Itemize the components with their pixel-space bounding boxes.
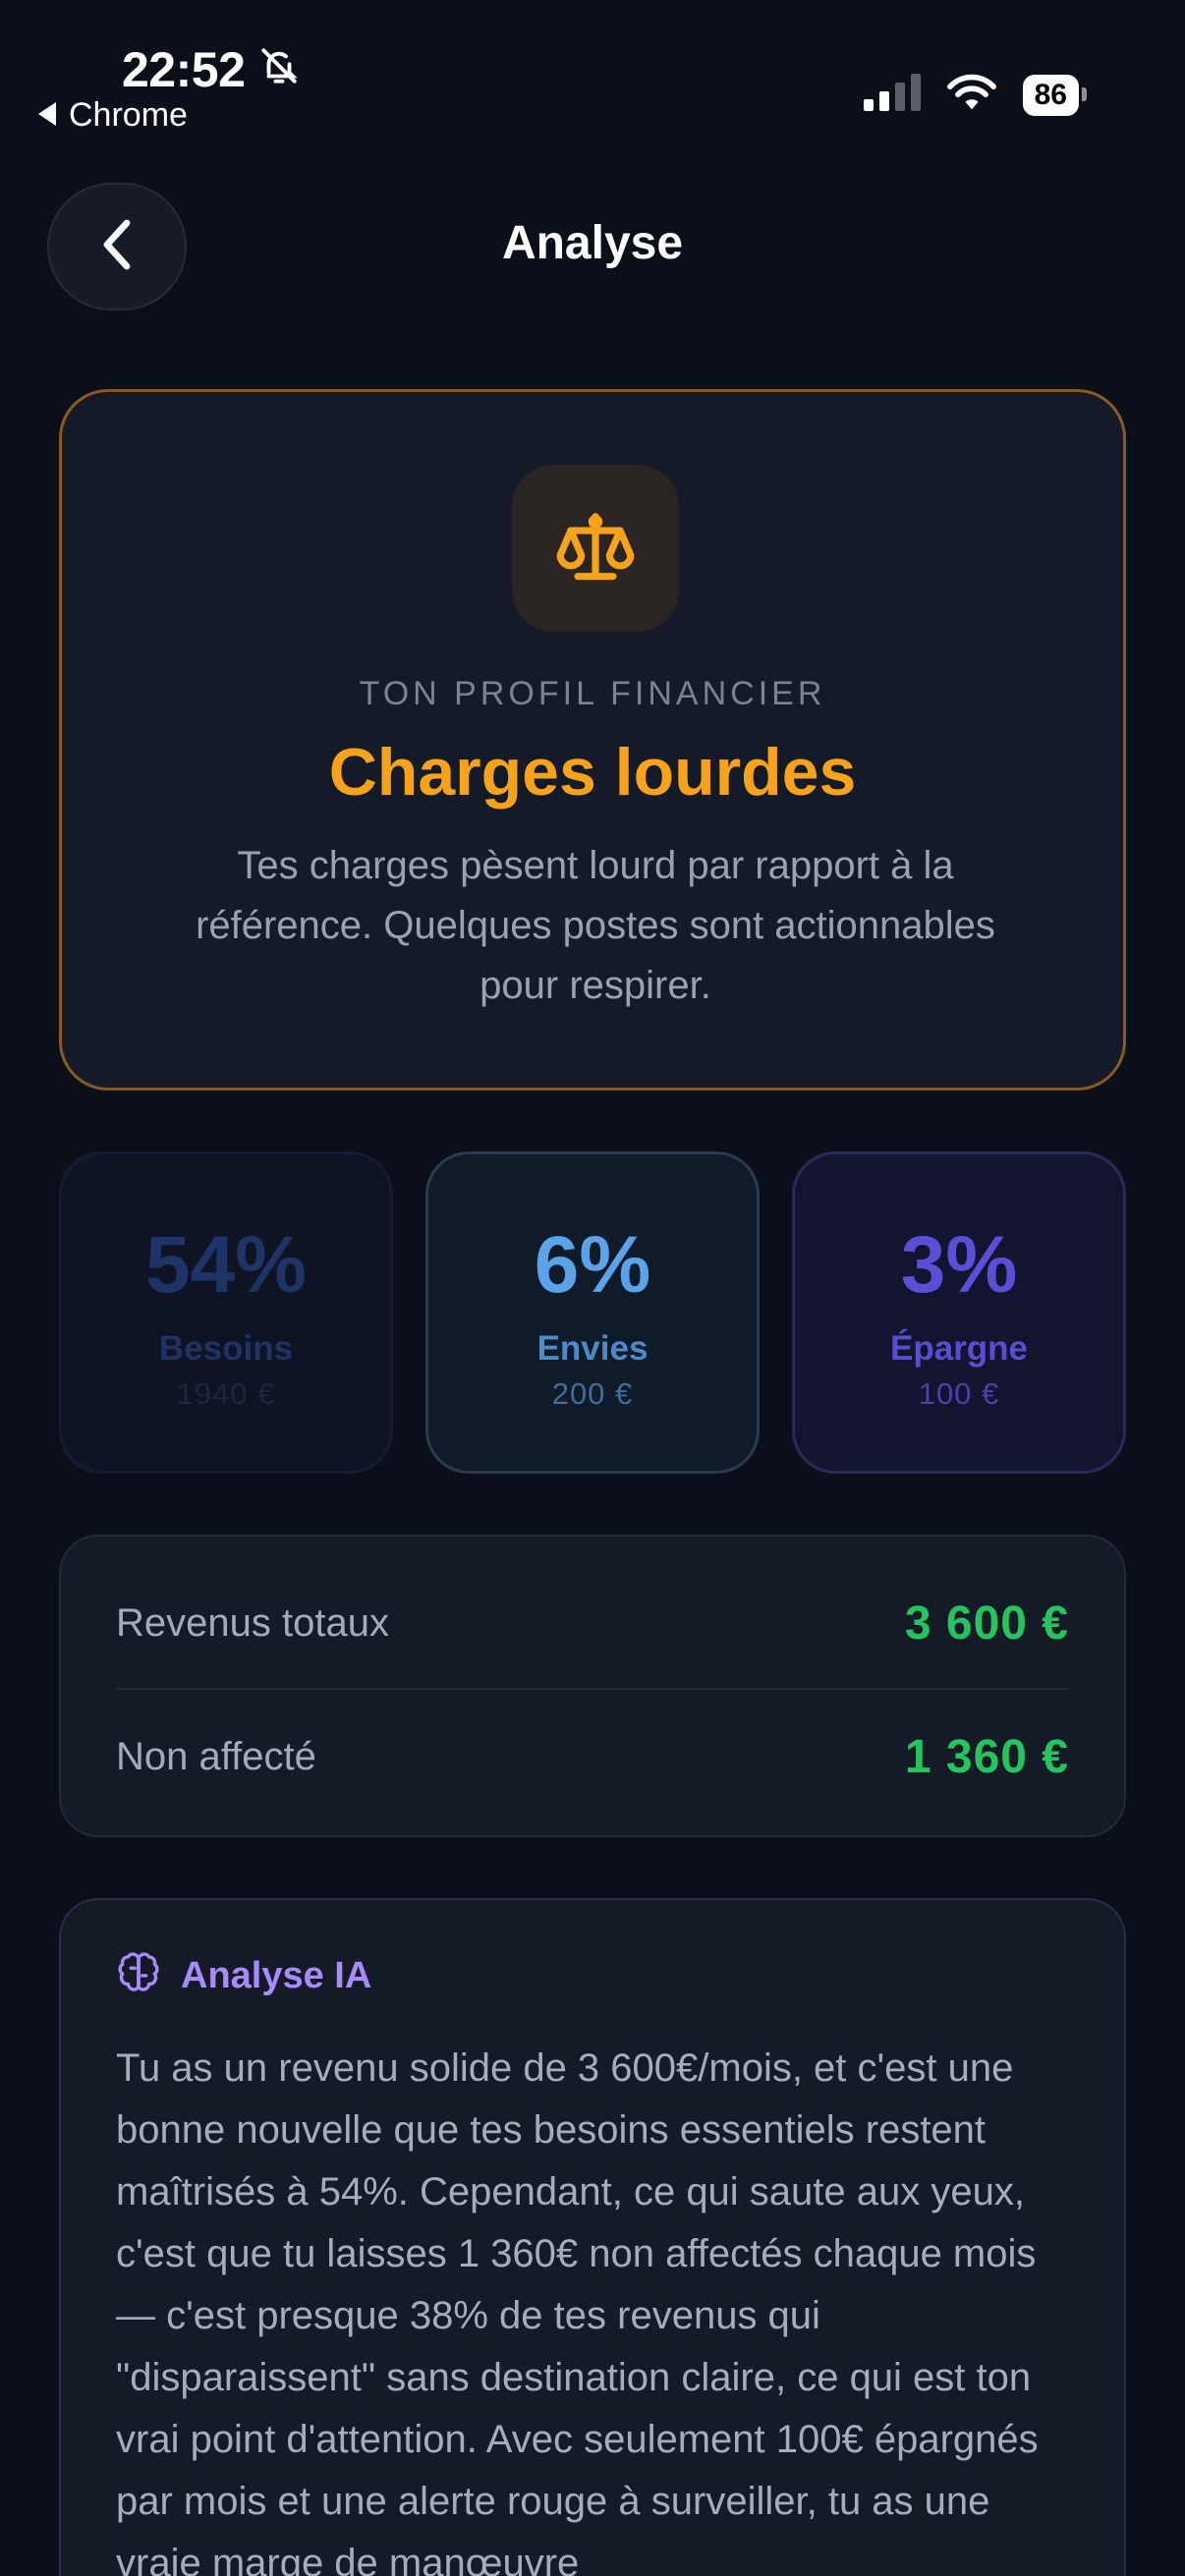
stat-card-besoins[interactable]: 54% Besoins 1940 € <box>59 1151 393 1474</box>
profile-card: TON PROFIL FINANCIER Charges lourdes Tes… <box>59 389 1126 1091</box>
page-title: Analyse <box>501 217 684 269</box>
bell-muted-icon <box>258 41 300 98</box>
status-time-text: 22:52 <box>122 42 246 97</box>
non-affecte-label: Non affecté <box>116 1734 316 1778</box>
stat-label: Besoins <box>158 1329 294 1368</box>
status-indicators: 86 <box>863 73 1088 117</box>
stat-percent: 3% <box>900 1220 1018 1310</box>
revenus-label: Revenus totaux <box>116 1600 389 1645</box>
ai-analysis-title: Analyse IA <box>181 1955 372 1996</box>
cellular-signal-icon <box>863 74 921 116</box>
profile-description: Tes charges pèsent lourd par rapport à l… <box>196 844 995 1007</box>
back-to-app-link[interactable]: Chrome <box>37 96 188 135</box>
stat-amount: 1940 € <box>176 1376 276 1411</box>
ai-analysis-text: Tu as un revenu solide de 3 600€/mois, e… <box>116 2046 1039 2576</box>
totals-card: Revenus totaux 3 600 € Non affecté 1 360… <box>59 1535 1126 1837</box>
stat-percent: 54% <box>144 1220 308 1310</box>
stat-card-epargne[interactable]: 3% Épargne 100 € <box>792 1151 1126 1474</box>
wifi-icon <box>946 73 997 117</box>
divider <box>116 1688 1069 1690</box>
screen: 22:52 Chrome 86 Analyse TON PROFIL FINAN… <box>0 0 1185 2576</box>
revenus-value: 3 600 € <box>904 1596 1069 1650</box>
battery-indicator: 86 <box>1022 74 1088 116</box>
status-time: 22:52 <box>122 41 300 98</box>
totals-row-non-affecte: Non affecté 1 360 € <box>116 1698 1069 1816</box>
stat-card-envies[interactable]: 6% Envies 200 € <box>425 1151 760 1474</box>
brain-icon <box>116 1951 161 2001</box>
stat-label: Envies <box>536 1329 649 1368</box>
triangle-left-icon <box>37 96 59 135</box>
ai-analysis-card: Analyse IA Tu as un revenu solide de 3 6… <box>59 1898 1126 2576</box>
stat-percent: 6% <box>534 1220 651 1310</box>
back-app-label: Chrome <box>69 96 188 134</box>
profile-title: Charges lourdes <box>328 735 857 810</box>
stat-amount: 200 € <box>551 1376 634 1411</box>
ai-analysis-header: Analyse IA <box>116 1951 371 2001</box>
totals-row-revenus: Revenus totaux 3 600 € <box>116 1564 1069 1682</box>
non-affecte-value: 1 360 € <box>904 1730 1069 1783</box>
scale-icon <box>512 465 679 632</box>
stat-label: Épargne <box>889 1329 1029 1368</box>
profile-kicker: TON PROFIL FINANCIER <box>359 675 826 712</box>
stat-amount: 100 € <box>918 1376 1000 1411</box>
